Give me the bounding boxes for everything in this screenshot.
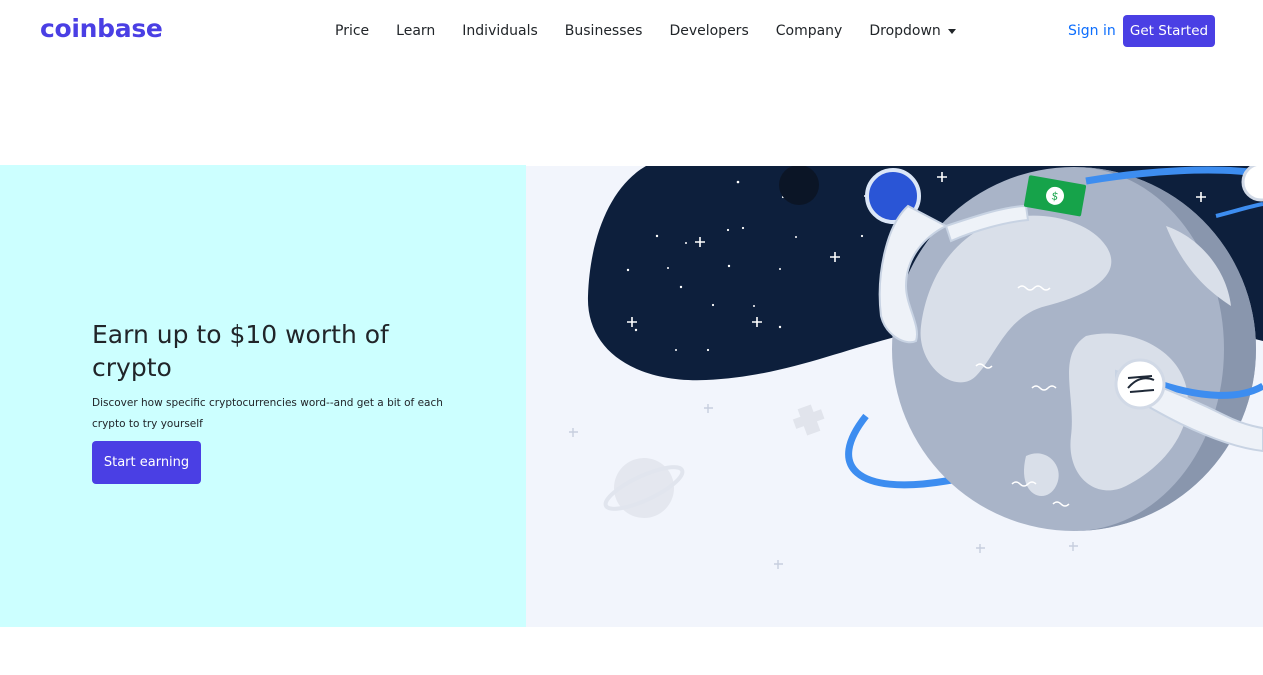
navbar: coinbase Price Learn Individuals Busines… [0,0,1263,64]
astronaut-earth-illustration: $ [526,166,1263,627]
page: coinbase Price Learn Individuals Busines… [0,0,1263,675]
nav-learn[interactable]: Learn [396,23,435,39]
nav-company[interactable]: Company [776,23,843,39]
brand-logo[interactable]: coinbase [40,14,163,43]
hero-title: Earn up to $10 worth of crypto [92,320,389,382]
nav-developers[interactable]: Developers [669,23,748,39]
start-earning-button[interactable]: Start earning [92,441,201,484]
hero-subtitle: Discover how specific cryptocurrencies w… [92,397,443,430]
stellar-coin-icon [1114,358,1166,410]
nav-businesses[interactable]: Businesses [565,23,643,39]
caret-down-icon [947,28,956,34]
nav-dropdown[interactable]: Dropdown [869,23,956,39]
sign-in-link[interactable]: Sign in [1068,23,1116,39]
nav-price[interactable]: Price [335,23,369,39]
nav-individuals[interactable]: Individuals [462,23,537,39]
main-nav: Price Learn Individuals Businesses Devel… [335,23,983,39]
nav-dropdown-label: Dropdown [869,23,941,39]
get-started-button[interactable]: Get Started [1123,15,1215,47]
